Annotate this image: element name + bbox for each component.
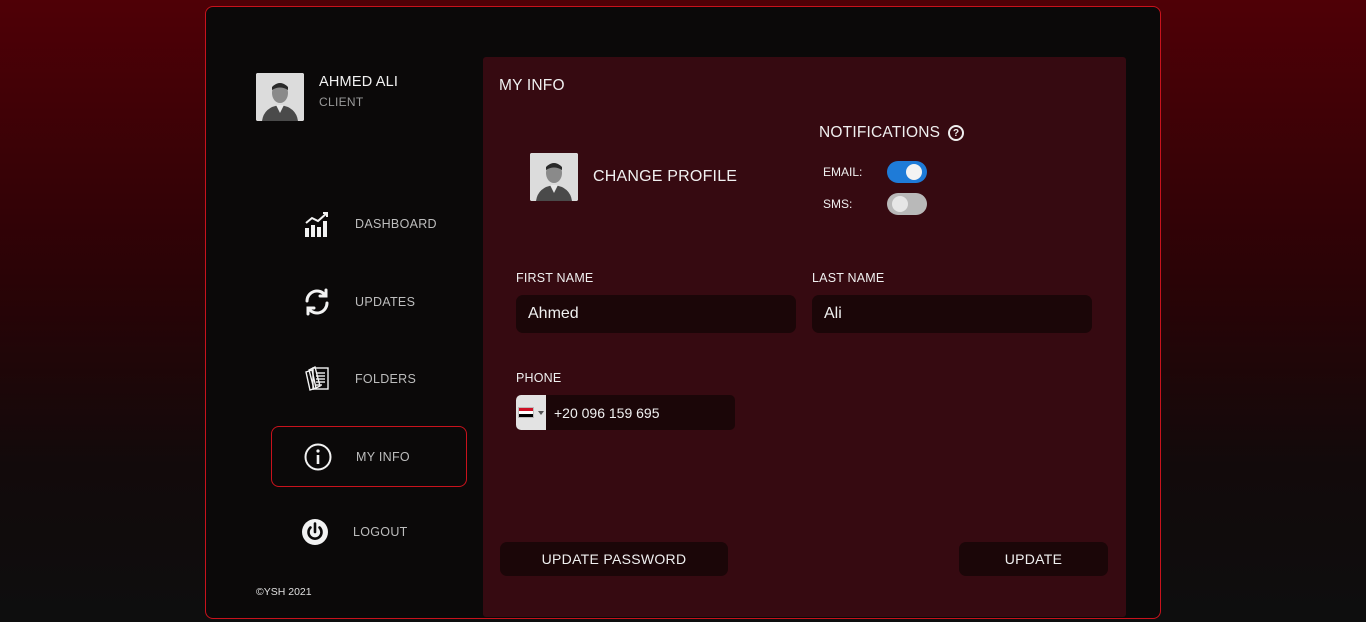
help-icon[interactable]: ? xyxy=(948,125,965,141)
phone-field-group xyxy=(516,395,735,430)
copyright: ©YSH 2021 xyxy=(256,586,312,598)
sidebar-item-my-info[interactable]: MY INFO xyxy=(271,426,467,487)
first-name-label: FIRST NAME xyxy=(516,271,594,285)
sidebar-item-label: UPDATES xyxy=(355,294,416,309)
sidebar-item-updates[interactable]: UPDATES xyxy=(271,271,467,332)
user-role: CLIENT xyxy=(319,95,364,109)
sms-toggle[interactable] xyxy=(887,193,927,215)
update-button[interactable]: UPDATE xyxy=(959,542,1108,576)
egypt-flag-icon xyxy=(518,407,534,418)
refresh-icon xyxy=(302,287,332,317)
email-toggle[interactable] xyxy=(887,161,927,183)
power-icon xyxy=(300,517,330,547)
sidebar-item-label: FOLDERS xyxy=(355,371,417,386)
user-profile: AHMED ALI CLIENT xyxy=(256,73,398,121)
update-password-button[interactable]: UPDATE PASSWORD xyxy=(500,542,728,576)
sidebar-item-label: DASHBOARD xyxy=(355,216,437,231)
sidebar-item-folders[interactable]: FOLDERS xyxy=(271,348,467,409)
change-profile-label: CHANGE PROFILE xyxy=(593,168,738,185)
email-toggle-row: EMAIL: xyxy=(823,161,927,183)
first-name-field[interactable] xyxy=(516,295,796,333)
sidebar-item-dashboard[interactable]: DASHBOARD xyxy=(271,193,467,254)
my-info-panel: MY INFO CHANGE PROFILE NOTIFICATIONS ? E… xyxy=(483,57,1126,617)
phone-input[interactable] xyxy=(546,395,735,430)
info-icon xyxy=(303,442,333,472)
sidebar-item-label: MY INFO xyxy=(356,449,410,464)
country-selector[interactable] xyxy=(516,395,546,430)
toggle-knob xyxy=(892,196,908,212)
sidebar-item-label: LOGOUT xyxy=(353,524,408,539)
phone-label: PHONE xyxy=(516,371,562,385)
notifications-label: NOTIFICATIONS xyxy=(819,124,941,141)
page-title: MY INFO xyxy=(499,77,565,94)
sidebar: AHMED ALI CLIENT DASHBOARD UPDATES FOLDE… xyxy=(206,7,483,618)
avatar xyxy=(256,73,304,121)
sms-label: SMS: xyxy=(823,197,853,211)
notifications-section: NOTIFICATIONS ? EMAIL: SMS: xyxy=(819,124,965,215)
user-name: AHMED ALI xyxy=(319,74,399,90)
avatar xyxy=(530,153,578,201)
sidebar-item-logout[interactable]: LOGOUT xyxy=(271,501,467,562)
sms-toggle-row: SMS: xyxy=(823,193,927,215)
last-name-label: LAST NAME xyxy=(812,271,885,285)
toggle-knob xyxy=(906,164,922,180)
chart-growth-icon xyxy=(302,209,332,239)
app-window: AHMED ALI CLIENT DASHBOARD UPDATES FOLDE… xyxy=(205,6,1161,619)
documents-icon xyxy=(302,364,332,394)
change-profile-button[interactable]: CHANGE PROFILE xyxy=(530,153,737,201)
chevron-down-icon xyxy=(538,410,544,415)
notifications-title: NOTIFICATIONS ? xyxy=(819,124,965,142)
email-label: EMAIL: xyxy=(823,165,863,179)
last-name-field[interactable] xyxy=(812,295,1092,333)
